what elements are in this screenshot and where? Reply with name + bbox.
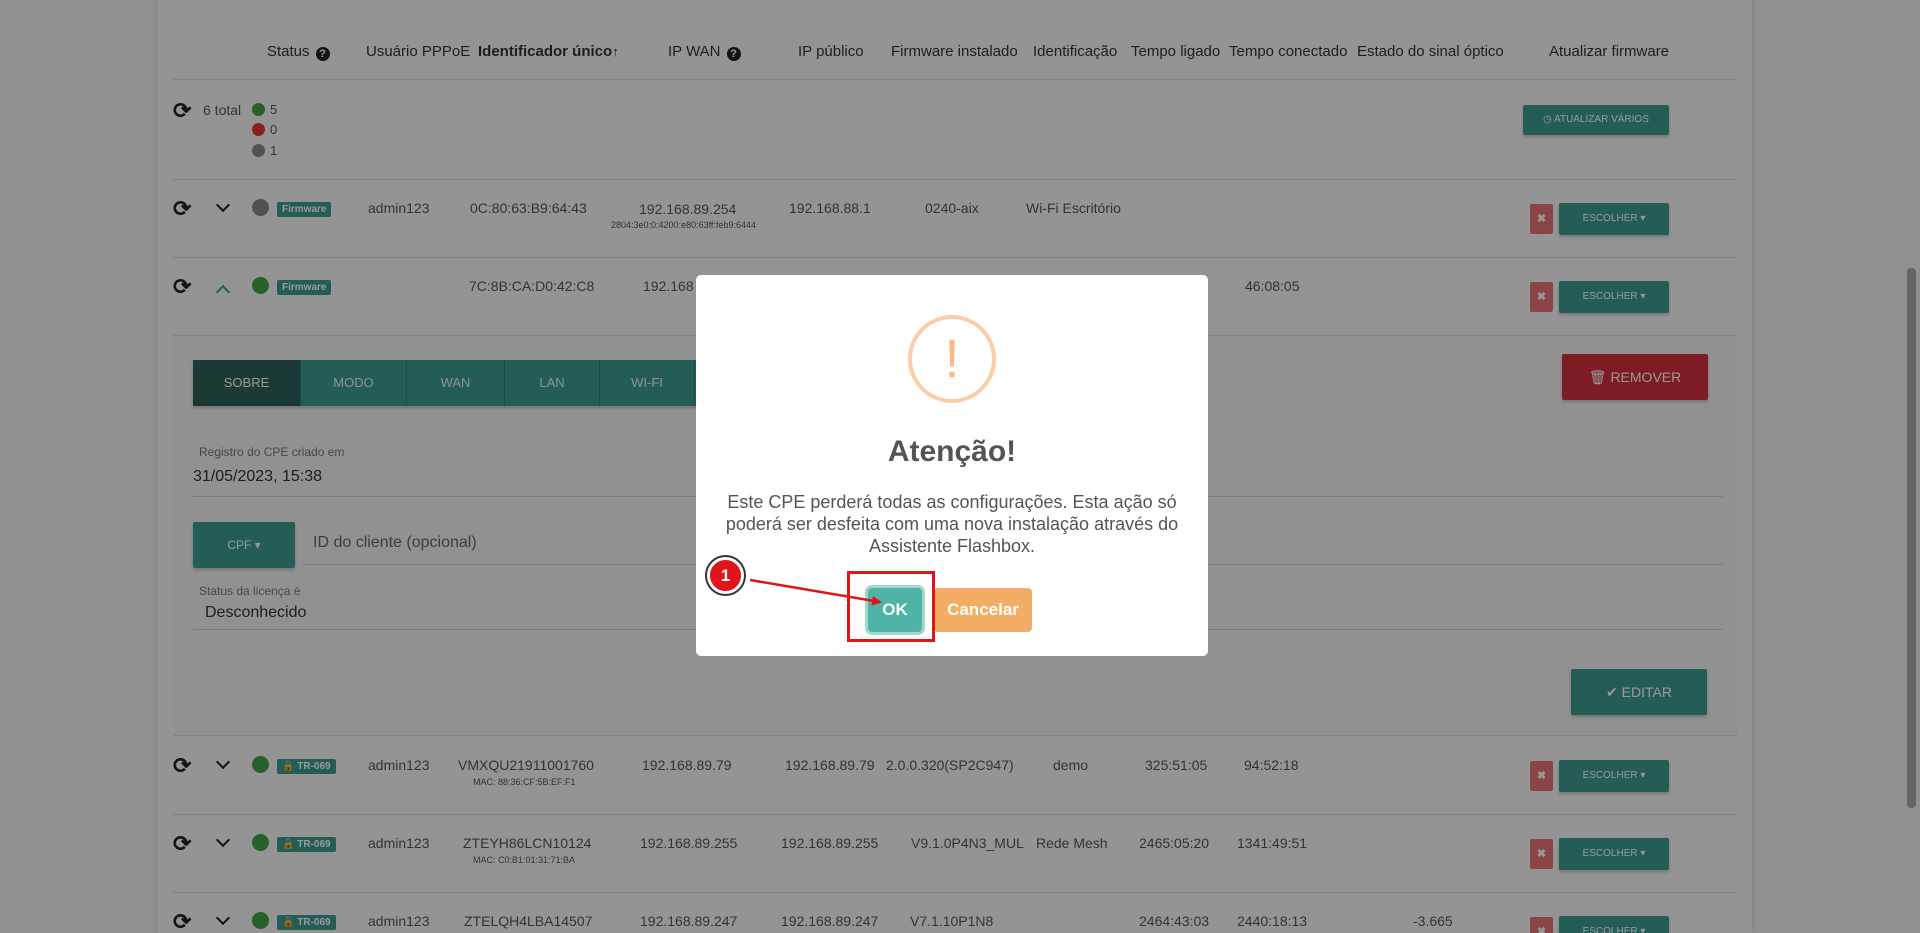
dialog-title: Atenção! — [887, 435, 1017, 468]
step-marker: 1 — [707, 557, 744, 594]
warning-icon: ! — [908, 315, 996, 403]
cancel-button[interactable]: Cancelar — [934, 588, 1032, 632]
highlight-box — [847, 571, 935, 642]
dialog-message: Este CPE perderá todas as configurações.… — [725, 492, 1179, 556]
confirm-dialog: ! Atenção! Este CPE perderá todas as con… — [696, 275, 1208, 656]
